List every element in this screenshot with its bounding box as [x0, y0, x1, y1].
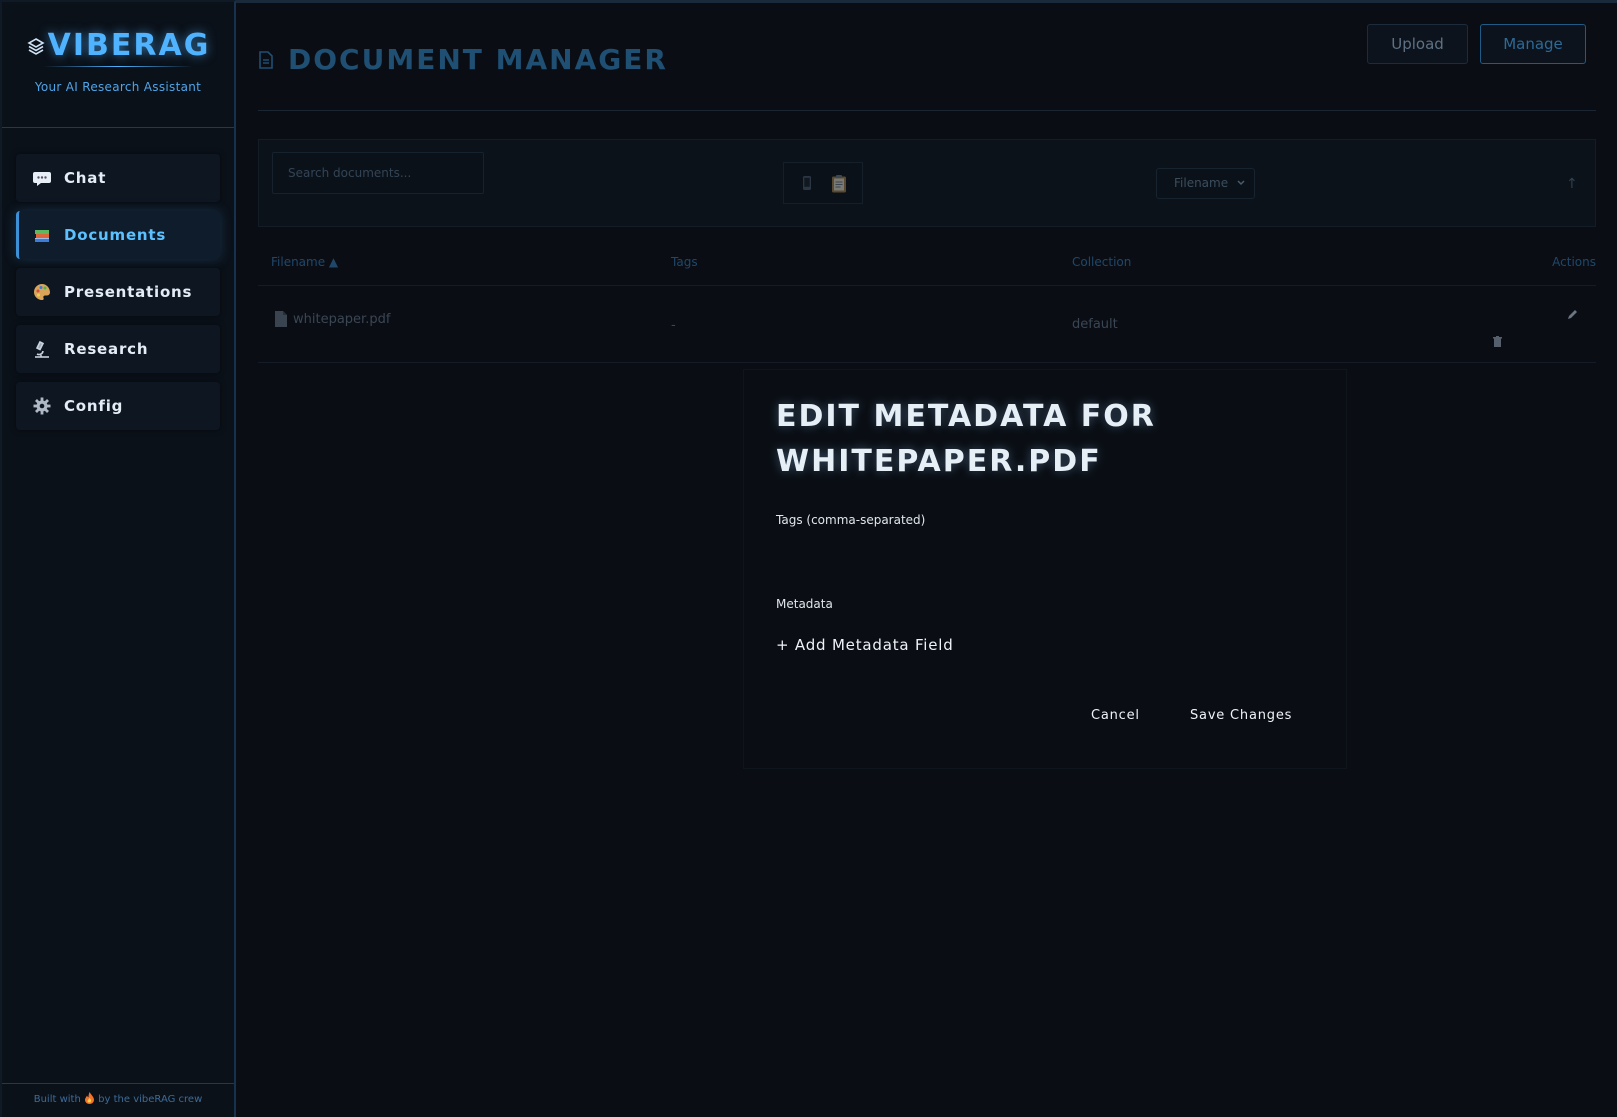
sidebar-item-label: Presentations [64, 283, 193, 301]
filename-text: whitepaper.pdf [293, 311, 391, 327]
fire-icon [84, 1092, 98, 1105]
brand-block: VIBERAG Your AI Research Assistant [2, 2, 234, 128]
books-icon [32, 225, 52, 245]
layers-icon [26, 36, 46, 56]
save-changes-button[interactable]: Save Changes [1190, 708, 1292, 723]
file-icon [274, 311, 287, 327]
column-header-collection: Collection [1072, 255, 1132, 269]
document-toolbar: Filename ↑ [258, 139, 1596, 227]
sidebar-item-label: Documents [64, 226, 167, 244]
page-header: DOCUMENT MANAGER Upload Manage [258, 3, 1596, 111]
palette-icon [32, 282, 52, 302]
sidebar-item-config[interactable]: Config [16, 382, 220, 430]
mobile-view-icon[interactable] [798, 173, 816, 193]
cell-filename: whitepaper.pdf [274, 311, 390, 327]
main-content: DOCUMENT MANAGER Upload Manage Filename [236, 0, 1617, 1117]
sidebar: VIBERAG Your AI Research Assistant Chat … [0, 0, 236, 1117]
trash-icon[interactable] [1493, 332, 1502, 351]
cancel-button[interactable]: Cancel [1091, 708, 1140, 723]
footer-suffix: by the vibeRAG crew [98, 1094, 203, 1105]
sidebar-footer: Built with by the vibeRAG crew [2, 1083, 234, 1117]
speech-bubble-icon [32, 168, 52, 188]
footer-prefix: Built with [33, 1094, 81, 1105]
pencil-icon[interactable] [1566, 306, 1578, 325]
gear-icon [32, 396, 52, 416]
sort-select-value: Filename [1174, 176, 1229, 190]
column-header-actions: Actions [1552, 255, 1596, 269]
page-title: DOCUMENT MANAGER [258, 43, 668, 76]
manage-button[interactable]: Manage [1480, 24, 1586, 64]
cell-tags: - [671, 318, 676, 333]
add-metadata-field-button[interactable]: + Add Metadata Field [776, 636, 954, 654]
microscope-icon [32, 339, 52, 359]
clipboard-view-icon[interactable] [830, 173, 848, 193]
sidebar-item-research[interactable]: Research [16, 325, 220, 373]
sort-select[interactable]: Filename [1156, 168, 1255, 199]
sidebar-item-documents[interactable]: Documents [16, 211, 220, 259]
logo-underline [43, 66, 193, 67]
table-row[interactable]: whitepaper.pdf - default [258, 286, 1596, 363]
sidebar-item-chat[interactable]: Chat [16, 154, 220, 202]
tags-input[interactable] [776, 536, 1316, 576]
page-title-text: DOCUMENT MANAGER [288, 43, 668, 76]
upload-button[interactable]: Upload [1367, 24, 1468, 64]
documents-table: Filename ▲ Tags Collection Actions white… [258, 243, 1596, 363]
sidebar-item-label: Research [64, 340, 149, 358]
sidebar-item-label: Chat [64, 169, 107, 187]
cell-collection: default [1072, 317, 1118, 332]
column-header-tags: Tags [671, 255, 698, 269]
search-input[interactable] [272, 152, 484, 194]
metadata-label: Metadata [776, 597, 833, 611]
column-header-filename[interactable]: Filename ▲ [271, 255, 338, 269]
app-window: VIBERAG Your AI Research Assistant Chat … [0, 0, 1617, 1117]
edit-metadata-modal: EDIT METADATA FOR WHITEPAPER.PDF Tags (c… [743, 369, 1347, 769]
tags-label: Tags (comma-separated) [776, 513, 926, 527]
brand-name: VIBERAG [47, 28, 211, 63]
logo[interactable]: VIBERAG [2, 28, 234, 63]
sidebar-item-presentations[interactable]: Presentations [16, 268, 220, 316]
sidebar-nav: Chat Documents Presentations Research Co… [2, 128, 234, 430]
modal-title: EDIT METADATA FOR WHITEPAPER.PDF [776, 399, 1156, 479]
brand-tagline: Your AI Research Assistant [34, 80, 202, 94]
sidebar-item-label: Config [64, 397, 124, 415]
table-header: Filename ▲ Tags Collection Actions [258, 243, 1596, 286]
chevron-down-icon [1236, 169, 1246, 210]
document-icon [258, 50, 274, 69]
view-toggle [783, 162, 863, 204]
sort-direction-toggle[interactable]: ↑ [1566, 176, 1578, 192]
